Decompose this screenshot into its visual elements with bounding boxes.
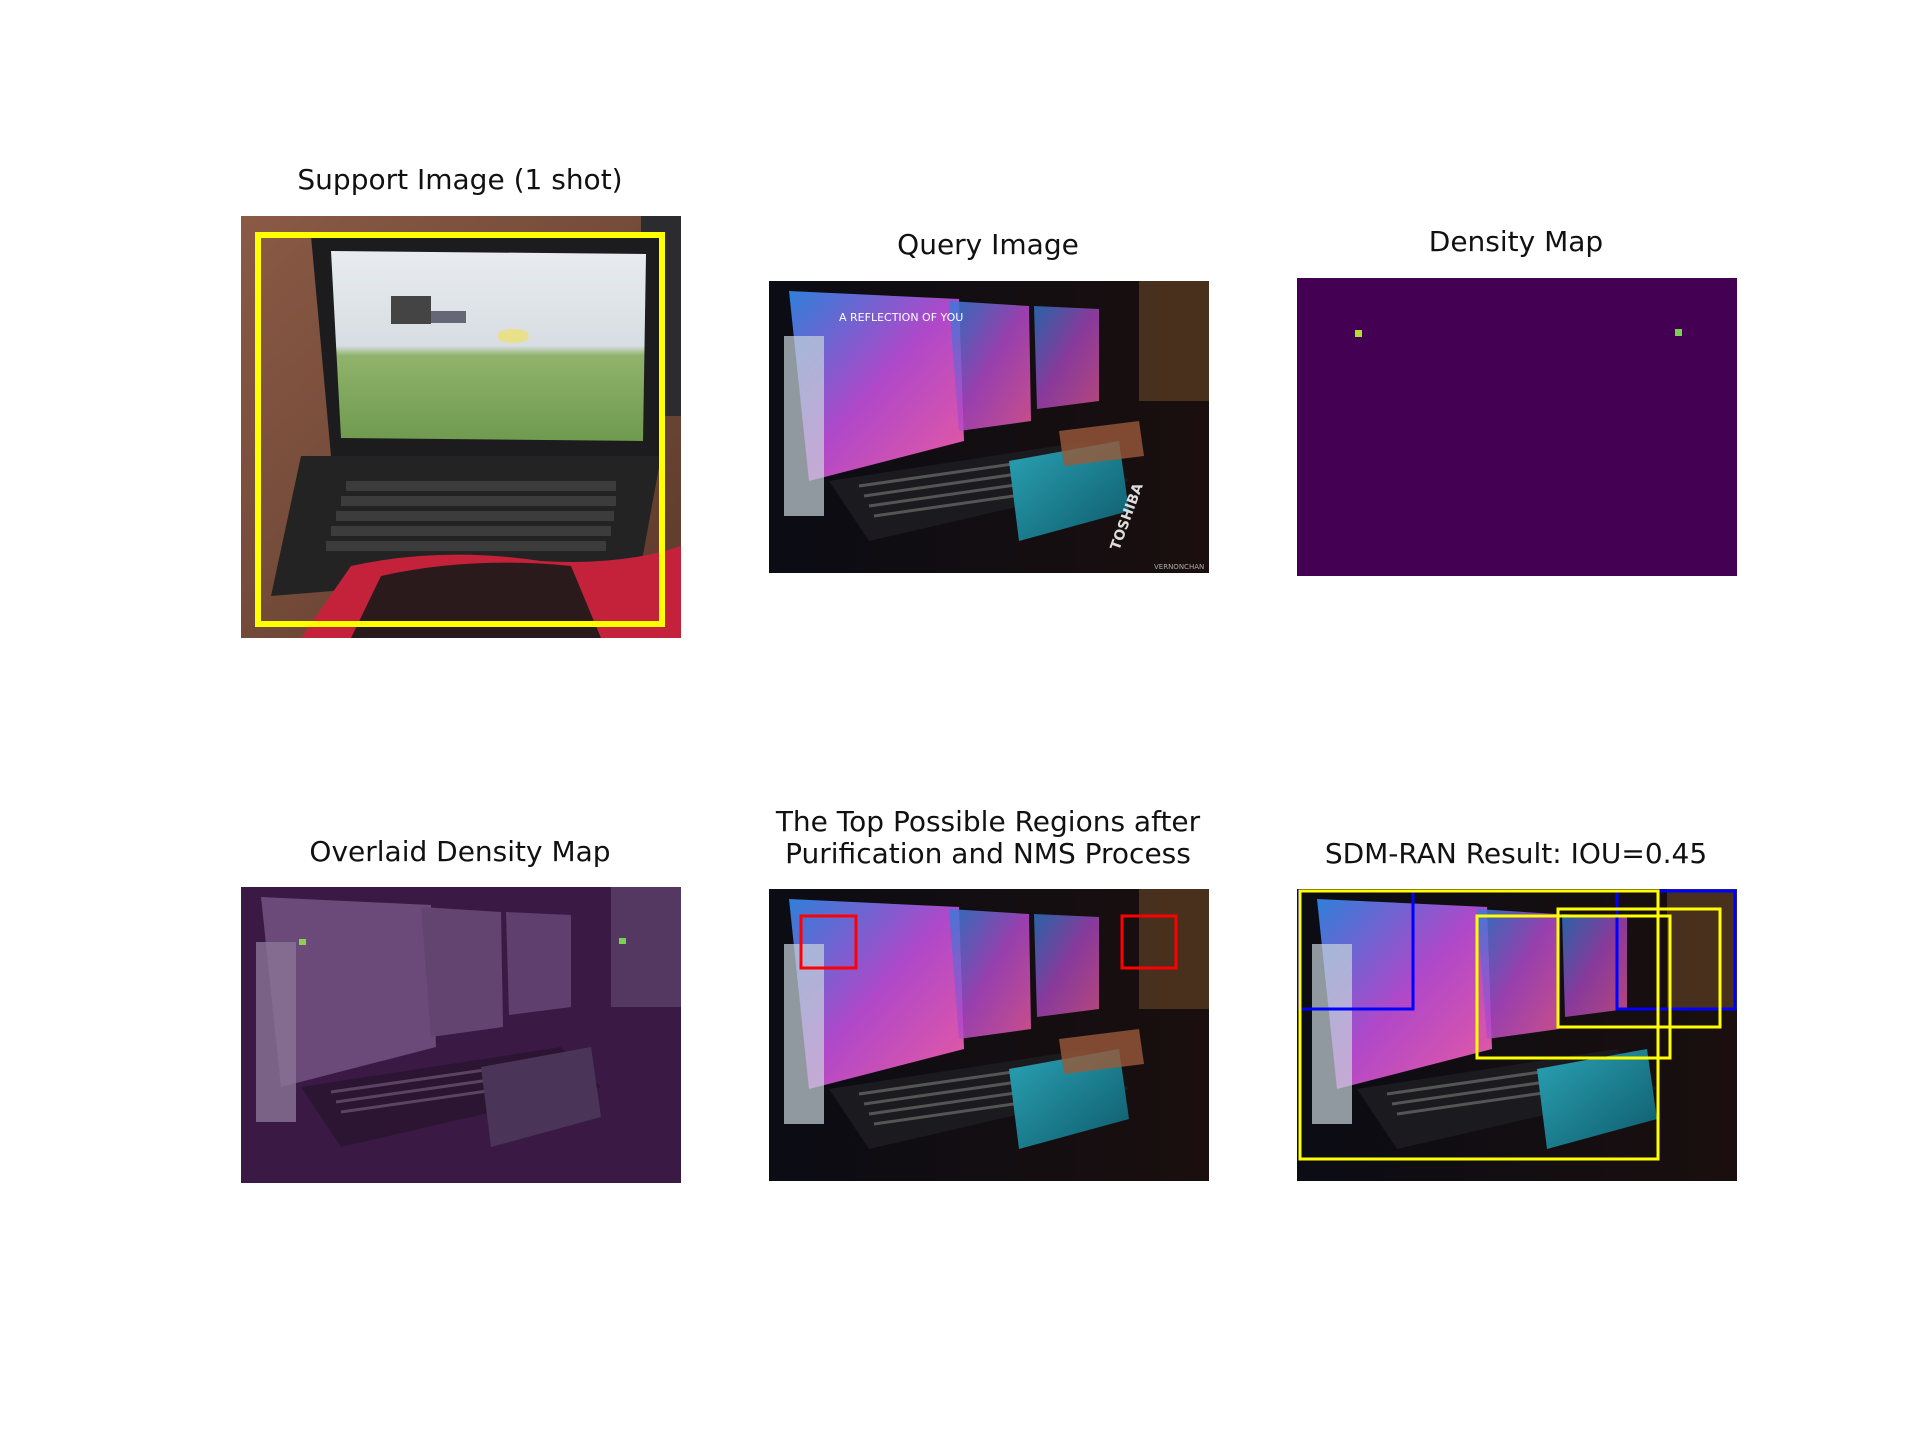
top-regions-title-line1: The Top Possible Regions after [775, 805, 1201, 838]
result-image [1297, 889, 1737, 1181]
density-peak [1675, 329, 1682, 336]
density-map [1297, 278, 1737, 576]
support-image-title: Support Image (1 shot) [297, 163, 623, 196]
query-image: A REFLECTION OF YOU TOSHIBA VERNONCHAN [769, 281, 1209, 573]
overlaid-density-map [241, 887, 681, 1183]
density-map-title: Density Map [1428, 225, 1604, 258]
watermark-text: VERNONCHAN [1154, 563, 1204, 571]
result-title: SDM-RAN Result: IOU=0.45 [1324, 837, 1708, 870]
top-regions-image [769, 889, 1209, 1181]
screen-caption-text: A REFLECTION OF YOU [839, 311, 963, 324]
overlaid-density-map-title: Overlaid Density Map [309, 835, 611, 868]
support-image [241, 216, 681, 638]
query-image-title: Query Image [897, 228, 1079, 261]
top-regions-title-line2: Purification and NMS Process [785, 837, 1191, 870]
density-peak [1355, 330, 1362, 337]
